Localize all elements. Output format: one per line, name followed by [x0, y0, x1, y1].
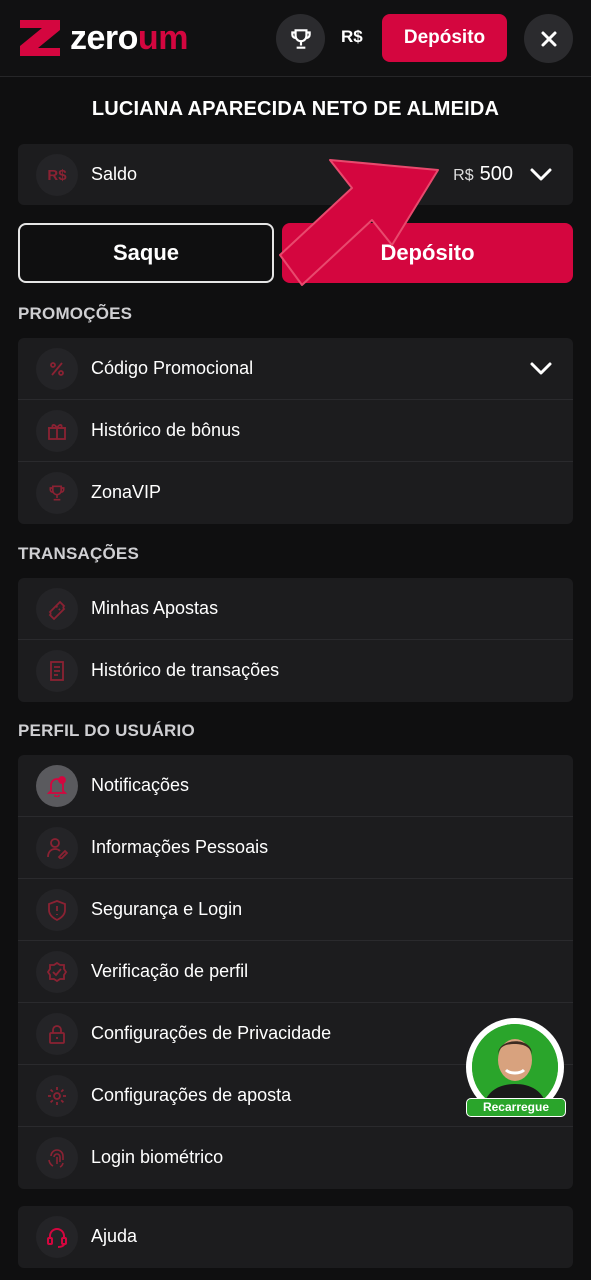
menu-item-bonus-history[interactable]: Histórico de bônus [18, 400, 573, 462]
menu-item-label: Notificações [91, 775, 190, 795]
trophy-button[interactable] [276, 14, 325, 63]
balance-row[interactable]: R$ Saldo R$ 500 [18, 144, 573, 205]
menu-item-promo-code[interactable]: Código Promocional [18, 338, 573, 400]
section-title-profile: PERFIL DO USUÁRIO [18, 721, 195, 740]
close-icon [541, 31, 556, 46]
menu-item-label: Configurações de Privacidade [91, 1023, 332, 1043]
trophy-icon [36, 472, 78, 514]
shield-icon [36, 889, 78, 931]
withdraw-button[interactable]: Saque [18, 223, 274, 283]
verified-badge-icon [36, 951, 78, 993]
zeroum-logo-icon [20, 20, 60, 56]
gear-icon [36, 1075, 78, 1117]
ticket-icon [36, 588, 78, 630]
close-button[interactable] [524, 14, 573, 63]
menu-item-security-login[interactable]: Segurança e Login [18, 879, 573, 941]
percent-icon [36, 348, 78, 390]
menu-item-biometric-login[interactable]: Login biométrico [18, 1127, 573, 1189]
section-title-transactions: TRANSAÇÕES [18, 544, 140, 563]
balance-label: Saldo [91, 164, 138, 184]
logo-text: zeroum [70, 19, 188, 57]
menu-item-transaction-history[interactable]: Histórico de transações [18, 640, 573, 702]
menu-item-my-bets[interactable]: Minhas Apostas [18, 578, 573, 640]
user-edit-icon [36, 827, 78, 869]
currency-label: R$ [341, 27, 363, 46]
currency-icon: R$ [36, 154, 78, 196]
bell-icon [36, 765, 78, 807]
transactions-menu: Minhas Apostas Histórico de transações [18, 578, 573, 702]
menu-item-label: Configurações de aposta [91, 1085, 292, 1105]
trophy-icon [290, 28, 311, 49]
menu-item-label: Histórico de transações [91, 660, 280, 680]
menu-item-label: Ajuda [91, 1226, 138, 1246]
section-title-promotions: PROMOÇÕES [18, 304, 133, 323]
profile-menu: Notificações Informações Pessoais Segura… [18, 755, 573, 1189]
menu-item-zonavip[interactable]: ZonaVIP [18, 462, 573, 524]
menu-item-profile-verification[interactable]: Verificação de perfil [18, 941, 573, 1003]
gift-icon [36, 410, 78, 452]
menu-item-label: Login biométrico [91, 1147, 224, 1167]
chevron-down-icon[interactable] [529, 164, 553, 184]
menu-item-label: Segurança e Login [91, 899, 243, 919]
menu-item-label: Minhas Apostas [91, 598, 219, 618]
logo[interactable]: zeroum [18, 18, 188, 58]
menu-item-help[interactable]: Ajuda [18, 1206, 573, 1268]
balance-amount: R$ 500 [453, 163, 513, 185]
deposit-button[interactable]: Depósito [282, 223, 573, 283]
fingerprint-icon [36, 1137, 78, 1179]
promotions-menu: Código Promocional Histórico de bônus Zo… [18, 338, 573, 524]
menu-item-label: Código Promocional [91, 358, 254, 378]
chevron-down-icon[interactable] [529, 358, 553, 378]
menu-item-notifications[interactable]: Notificações [18, 755, 573, 817]
help-menu: Ajuda [18, 1206, 573, 1268]
top-header: zeroum R$ Depósito [0, 0, 591, 77]
menu-item-label: ZonaVIP [91, 482, 162, 502]
user-name: LUCIANA APARECIDA NETO DE ALMEIDA [91, 98, 500, 120]
receipt-icon [36, 650, 78, 692]
menu-item-label: Histórico de bônus [91, 420, 241, 440]
recharge-promo-widget[interactable]: Recarregue [466, 1018, 566, 1118]
lock-icon [36, 1013, 78, 1055]
menu-item-personal-info[interactable]: Informações Pessoais [18, 817, 573, 879]
menu-item-label: Informações Pessoais [91, 837, 269, 857]
recharge-label: Recarregue [466, 1098, 566, 1117]
headset-icon [36, 1216, 78, 1258]
menu-item-label: Verificação de perfil [91, 961, 249, 981]
header-deposit-button[interactable]: Depósito [382, 14, 507, 62]
